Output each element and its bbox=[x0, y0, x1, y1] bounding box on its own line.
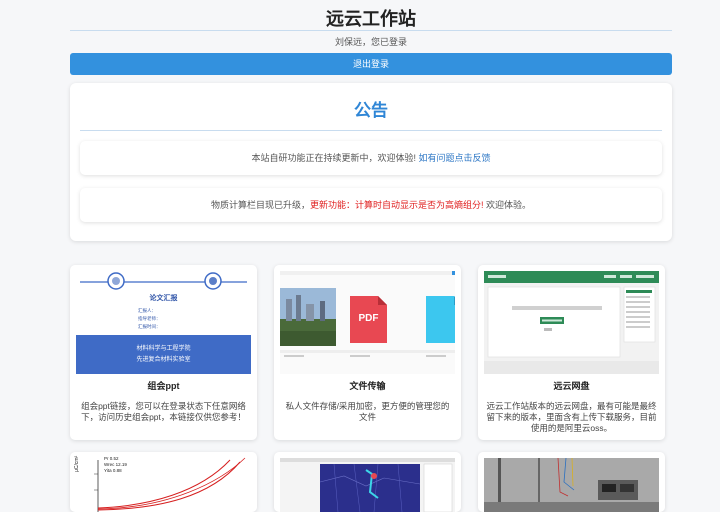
ppt-thumbnail[interactable]: 论文汇报 汇报人： 指导老师： 汇报时间： 材料科学与工程学院 先进复合材料实验… bbox=[76, 271, 251, 374]
logout-button[interactable]: 退出登录 bbox=[70, 53, 672, 75]
pdf-label: PDF bbox=[358, 313, 379, 324]
card-lab-photo[interactable] bbox=[478, 452, 665, 512]
card-description: 远云工作站版本的远云网盘，最有可能是最终留下来的版本，里面含有上传下载服务，目前… bbox=[486, 401, 657, 433]
notice-item-highlight: 更新功能：计算时自动显示是否为高熵组分! bbox=[309, 200, 484, 210]
main-container: 远云工作站 刘保远，您已登录 退出登录 公告 本站自研功能正在持续更新中，欢迎体… bbox=[70, 0, 672, 241]
ppt-info: 汇报人： 指导老师： 汇报时间： bbox=[138, 307, 161, 331]
card-description: 私人文件存储/采用加密，更方便的管理您的文件 bbox=[285, 401, 450, 422]
ppt-heading: 论文汇报 bbox=[149, 294, 178, 302]
ppt-banner: 材料科学与工程学院 先进复合材料实验室 bbox=[76, 344, 251, 366]
plot-legend: Pr 0.52 Wrec 12.19 Yita 0.88 bbox=[104, 456, 127, 474]
notice-title: 公告 bbox=[354, 101, 388, 120]
card-file-transfer[interactable]: PDF 文件传输 私人文件存储/采用加密，更方便的管理您的文件 bbox=[274, 265, 461, 440]
file-transfer-thumbnail[interactable]: PDF bbox=[280, 271, 455, 374]
notice-panel: 公告 本站自研功能正在持续更新中，欢迎体验! 如有问题点击反馈 物质计算栏目现已… bbox=[70, 83, 672, 241]
card-simulation[interactable] bbox=[274, 452, 461, 512]
notice-divider bbox=[80, 130, 662, 131]
ppt-info-time: 汇报时间： bbox=[138, 324, 161, 329]
card-title[interactable]: 远云网盘 bbox=[478, 379, 665, 392]
card-title[interactable]: 文件传输 bbox=[274, 379, 461, 392]
hysteresis-plot-thumbnail bbox=[76, 457, 251, 512]
card-description: 组会ppt链接，您可以在登录状态下任意网络下，访问历史组会ppt，本链接仅供您参… bbox=[81, 401, 246, 422]
notice-item-text-b: 欢迎体验。 bbox=[483, 200, 532, 210]
notice-item-upgrade: 物质计算栏目现已升级，更新功能：计算时自动显示是否为高熵组分! 欢迎体验。 bbox=[80, 188, 662, 222]
ppt-banner-line2: 先进复合材料实验室 bbox=[136, 357, 191, 363]
notice-item-text: 本站自研功能正在持续更新中，欢迎体验! bbox=[251, 153, 416, 163]
feedback-link[interactable]: 如有问题点击反馈 bbox=[419, 153, 491, 163]
ppt-info-advisor: 指导老师： bbox=[138, 316, 161, 321]
card-group-ppt[interactable]: 论文汇报 汇报人： 指导老师： 汇报时间： 材料科学与工程学院 先进复合材料实验… bbox=[70, 265, 257, 440]
legend-yita: Yita 0.88 bbox=[104, 468, 122, 473]
ppt-banner-line1: 材料科学与工程学院 bbox=[136, 346, 191, 352]
card-hysteresis[interactable]: Pr 0.52 Wrec 12.19 Yita 0.88 μC/cm² bbox=[70, 452, 257, 512]
notice-item-update: 本站自研功能正在持续更新中，欢迎体验! 如有问题点击反馈 bbox=[80, 141, 662, 175]
card-cloud-disk[interactable]: 远云网盘 远云工作站版本的远云网盘，最有可能是最终留下来的版本，里面含有上传下载… bbox=[478, 265, 665, 440]
ppt-info-presenter: 汇报人： bbox=[138, 308, 156, 313]
card-title[interactable]: 组会ppt bbox=[70, 379, 257, 392]
login-status: 刘保远，您已登录 bbox=[334, 37, 407, 47]
notice-item-text-a: 物质计算栏目现已升级， bbox=[210, 200, 310, 210]
lab-photo-thumbnail bbox=[484, 457, 659, 512]
plot-axis-label: μC/cm² bbox=[74, 455, 80, 472]
simulation-thumbnail bbox=[280, 458, 455, 512]
cloud-disk-preview-graphic bbox=[484, 271, 659, 374]
cloud-disk-thumbnail[interactable] bbox=[484, 271, 659, 374]
site-title: 远云工作站 bbox=[70, 0, 672, 31]
